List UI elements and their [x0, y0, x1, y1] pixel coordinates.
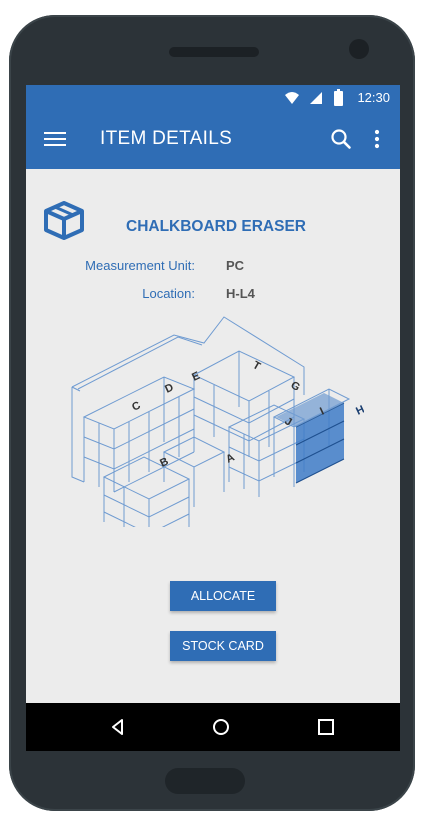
wifi-icon: [285, 92, 299, 104]
highlighted-shelf-h: [276, 393, 345, 484]
system-nav-bar: [26, 703, 400, 751]
phone-frame: 12:30 ITEM DETAILS CHALKBOARD ERASER Mea…: [9, 15, 415, 811]
speaker-grille: [169, 47, 259, 57]
shelf-label-b: B: [158, 455, 170, 469]
signal-icon: [310, 92, 322, 104]
shelf-label-a: A: [224, 451, 236, 465]
more-vert-icon: [374, 129, 380, 149]
measurement-unit-value: PC: [226, 258, 245, 273]
recents-button[interactable]: [314, 715, 338, 739]
location-value: H-L4: [226, 286, 255, 301]
warehouse-map: C D E T G I H J A B: [71, 316, 364, 527]
box-icon: [44, 201, 84, 240]
hardware-home-key: [165, 768, 245, 794]
shelf-label-g: G: [289, 379, 302, 394]
item-name: CHALKBOARD ERASER: [126, 218, 306, 235]
menu-button[interactable]: [44, 128, 66, 150]
shelf-label-t: T: [251, 359, 263, 373]
app-bar: ITEM DETAILS: [26, 111, 400, 169]
measurement-unit-label: Measurement Unit:: [85, 258, 195, 273]
status-bar: 12:30: [26, 85, 400, 111]
more-options-button[interactable]: [369, 125, 385, 153]
shelf-label-c: C: [130, 399, 142, 413]
shelf-label-h: H: [354, 403, 364, 417]
status-time: 12:30: [357, 90, 390, 105]
shelf-unit-cde: [82, 376, 196, 493]
recents-icon: [318, 719, 334, 735]
front-camera: [349, 39, 369, 59]
search-icon: [331, 129, 351, 149]
allocate-button[interactable]: ALLOCATE: [170, 581, 276, 611]
stock-card-button[interactable]: STOCK CARD: [170, 631, 276, 661]
screen: 12:30 ITEM DETAILS CHALKBOARD ERASER Mea…: [26, 85, 400, 751]
shelf-label-d: D: [163, 381, 175, 395]
search-button[interactable]: [327, 125, 355, 153]
warehouse-wall: [71, 316, 305, 395]
back-button[interactable]: [106, 715, 130, 739]
back-icon: [112, 719, 123, 735]
home-icon: [213, 719, 229, 735]
home-button[interactable]: [209, 715, 233, 739]
shelf-unit-ab: [102, 436, 226, 527]
menu-icon: [44, 132, 66, 146]
battery-icon: [334, 89, 343, 106]
location-label: Location:: [142, 286, 195, 301]
page-title: ITEM DETAILS: [100, 128, 233, 149]
